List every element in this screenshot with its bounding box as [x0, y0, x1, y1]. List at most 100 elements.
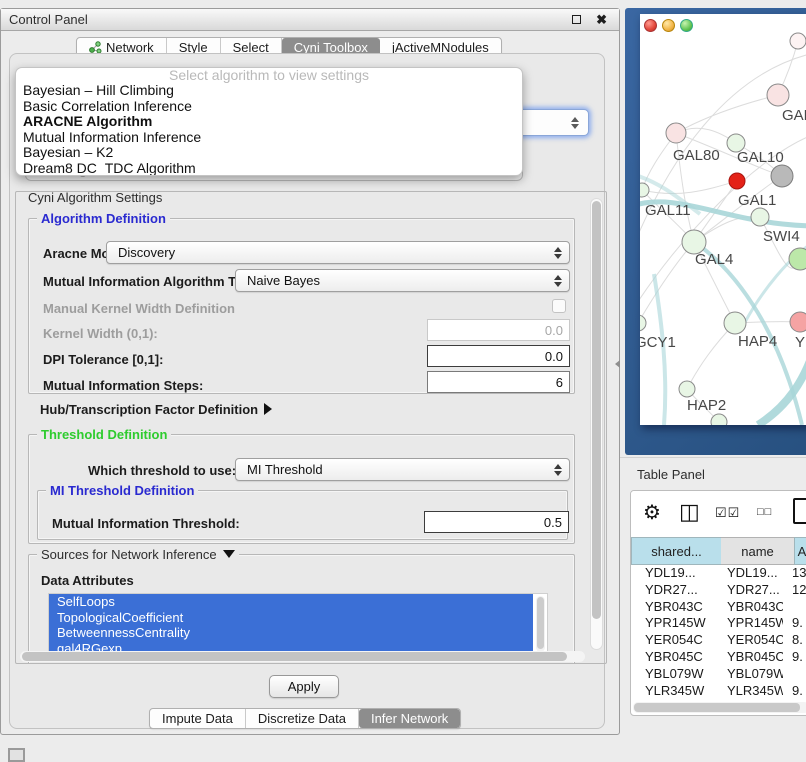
- column-header-name[interactable]: name: [721, 537, 794, 565]
- table-row[interactable]: YBR043C YBR043C: [633, 599, 806, 616]
- attributes-scrollbar-thumb[interactable]: [537, 597, 544, 649]
- which-threshold-combobox[interactable]: MI Threshold: [235, 458, 570, 481]
- kernel-width-label: Kernel Width (0,1):: [43, 326, 158, 341]
- tab-discretize-data-label: Discretize Data: [258, 711, 346, 726]
- minimized-panel-icon[interactable]: [8, 748, 25, 762]
- dropdown-item[interactable]: Dream8 DC_TDC Algorithm: [16, 161, 522, 176]
- cell-shared-name: YBR045C: [633, 649, 723, 666]
- dropdown-item[interactable]: Bayesian – Hill Climbing: [16, 83, 522, 99]
- network-node[interactable]: [767, 84, 789, 106]
- dropdown-item[interactable]: Mutual Information Inference: [16, 130, 522, 146]
- table-row[interactable]: YDR27... YDR27... 12: [633, 582, 806, 599]
- hub-definition-disclosure[interactable]: Hub/Transcription Factor Definition: [40, 402, 272, 417]
- attribute-item-selected[interactable]: SelfLoops: [49, 594, 533, 610]
- aracne-mode-combobox[interactable]: Discovery: [106, 241, 570, 264]
- dpi-tolerance-field[interactable]: 0.0: [427, 345, 570, 367]
- cell-shared-name: YLR345W: [633, 683, 723, 700]
- manual-kernel-checkbox[interactable]: [552, 299, 566, 313]
- mi-steps-field[interactable]: 6: [427, 371, 570, 393]
- mi-type-value: Naive Bayes: [247, 273, 320, 288]
- cell-value: 9.: [783, 699, 806, 701]
- table-row[interactable]: YER054C YER054C 8.: [633, 632, 806, 649]
- data-attributes-label: Data Attributes: [41, 573, 134, 588]
- mi-threshold-field[interactable]: 0.5: [424, 511, 569, 533]
- cell-value: 8.: [783, 632, 806, 649]
- network-node-gal1[interactable]: [751, 208, 769, 226]
- cell-name: YLR345W: [723, 683, 783, 700]
- node-label: GCY1: [640, 334, 676, 351]
- table-row[interactable]: YLR345W YLR345W 9.: [633, 683, 806, 700]
- column-header-clipped[interactable]: A: [794, 537, 806, 565]
- dropdown-item[interactable]: Basic Correlation Inference: [16, 99, 522, 115]
- tab-discretize-data[interactable]: Discretize Data: [246, 709, 359, 728]
- network-node-gray[interactable]: [771, 165, 793, 187]
- algorithm-definition-group: Algorithm Definition Aracne Mode: Discov…: [28, 218, 575, 394]
- network-graph[interactable]: GAL GAL80 GAL10 GAL1 GAL11 SWI4 GAL4 GCY…: [640, 14, 806, 425]
- table-body[interactable]: YDL19... YDL19... 13 YDR27... YDR27... 1…: [633, 565, 806, 701]
- table-horizontal-scrollbar[interactable]: [633, 702, 806, 713]
- attributes-scrollbar[interactable]: [536, 596, 545, 652]
- sources-group: Sources for Network Inference Data Attri…: [28, 554, 575, 664]
- node-label: GAL4: [695, 251, 733, 268]
- attribute-item-selected[interactable]: BetweennessCentrality: [49, 625, 533, 641]
- network-node-selected-red[interactable]: [729, 173, 745, 189]
- table-horizontal-scrollbar-thumb[interactable]: [634, 703, 800, 712]
- splitter-collapse-icon[interactable]: [615, 360, 620, 368]
- network-node[interactable]: [790, 33, 806, 49]
- sources-disclosure[interactable]: Sources for Network Inference: [37, 547, 239, 562]
- cell-shared-name: YER054C: [633, 632, 723, 649]
- table-row[interactable]: YIL052C YIL052C 9.: [633, 699, 806, 701]
- network-node[interactable]: [790, 312, 806, 332]
- mi-threshold-label: Mutual Information Threshold:: [52, 516, 240, 531]
- combo-stepper-icon: [553, 463, 561, 477]
- cell-shared-name: YDR27...: [633, 582, 723, 599]
- cell-shared-name: YIL052C: [633, 699, 723, 701]
- cell-value: 9.: [783, 683, 806, 700]
- column-header-shared-name[interactable]: shared...: [631, 537, 721, 565]
- cell-value: 9.: [783, 615, 806, 632]
- mi-type-label: Mutual Information Algorithm Type:: [43, 274, 262, 289]
- settings-horizontal-scrollbar[interactable]: [20, 651, 585, 662]
- tab-infer-network[interactable]: Infer Network: [359, 709, 460, 728]
- table-row[interactable]: YBR045C YBR045C 9.: [633, 649, 806, 666]
- network-node[interactable]: [711, 414, 727, 425]
- network-node-gal80[interactable]: [666, 123, 686, 143]
- table-row[interactable]: YPR145W YPR145W 9.: [633, 615, 806, 632]
- select-all-checkboxes-icon[interactable]: ☑☑: [715, 505, 740, 521]
- settings-horizontal-scrollbar-thumb[interactable]: [22, 652, 567, 661]
- mi-type-combobox[interactable]: Naive Bayes: [235, 269, 570, 292]
- close-icon[interactable]: ✖: [596, 12, 607, 28]
- cell-name: YBR043C: [723, 599, 783, 616]
- cell-value: 12: [783, 582, 806, 599]
- node-label: HAP4: [738, 333, 777, 350]
- attribute-item-selected[interactable]: TopologicalCoefficient: [49, 610, 533, 626]
- kernel-width-field[interactable]: 0.0: [427, 319, 570, 341]
- columns-icon[interactable]: ◫: [679, 499, 700, 525]
- network-node-hap2[interactable]: [679, 381, 695, 397]
- collapsed-arrow-icon: [264, 403, 272, 415]
- settings-vertical-scrollbar[interactable]: [590, 198, 603, 650]
- apply-button[interactable]: Apply: [269, 675, 339, 698]
- cell-value: 13: [783, 565, 806, 582]
- network-canvas[interactable]: GAL GAL80 GAL10 GAL1 GAL11 SWI4 GAL4 GCY…: [640, 14, 806, 425]
- table-row[interactable]: YBL079W YBL079W: [633, 666, 806, 683]
- tab-impute-data[interactable]: Impute Data: [150, 709, 246, 728]
- window-title: Control Panel: [1, 12, 88, 27]
- dropdown-item-selected[interactable]: ARACNE Algorithm: [16, 114, 522, 130]
- dropdown-item[interactable]: Bayesian – K2: [16, 145, 522, 161]
- network-node-gal11[interactable]: [640, 183, 649, 197]
- table-row[interactable]: YDL19... YDL19... 13: [633, 565, 806, 582]
- cyni-settings-title: Cyni Algorithm Settings: [24, 191, 166, 205]
- float-window-icon[interactable]: [572, 15, 581, 24]
- control-panel-titlebar[interactable]: Control Panel ✖: [1, 9, 619, 31]
- network-node-gcy1[interactable]: [640, 315, 646, 331]
- data-attributes-list[interactable]: SelfLoops TopologicalCoefficient Between…: [48, 593, 548, 655]
- deselect-all-checkboxes-icon[interactable]: □□: [757, 506, 772, 518]
- settings-vertical-scrollbar-thumb[interactable]: [592, 201, 601, 619]
- network-view-window[interactable]: GAL GAL80 GAL10 GAL1 GAL11 SWI4 GAL4 GCY…: [625, 8, 806, 455]
- network-node[interactable]: [789, 248, 806, 270]
- network-node-hap4[interactable]: [724, 312, 746, 334]
- gear-icon[interactable]: ⚙: [643, 500, 661, 525]
- node-label: HAP2: [687, 397, 726, 414]
- document-icon[interactable]: [793, 498, 806, 524]
